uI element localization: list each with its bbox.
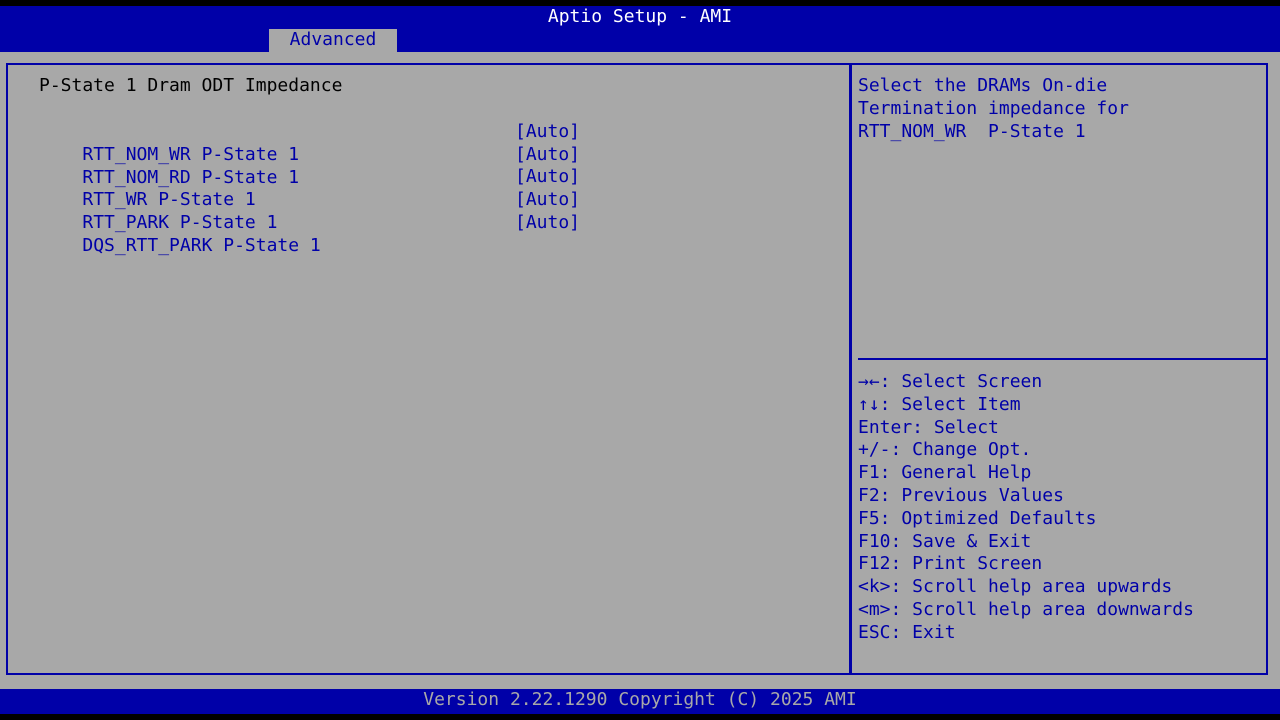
key-legend: →←: Select Screen ↑↓: Select Item Enter:… (858, 371, 1268, 645)
key-optimized-defaults: F5: Optimized Defaults (858, 507, 1097, 529)
vertical-divider (849, 63, 852, 675)
setting-rtt-wr[interactable]: RTT_WR P-State 1 [Auto] (39, 166, 599, 210)
key-enter: Enter: Select (858, 416, 999, 438)
help-line: RTT_NOM_WR P-State 1 (858, 120, 1086, 142)
setting-value[interactable]: [Auto] (515, 144, 580, 167)
setting-rtt-nom-rd[interactable]: RTT_NOM_RD P-State 1 [Auto] (39, 144, 599, 188)
main-area: P-State 1 Dram ODT Impedance RTT_NOM_WR … (0, 52, 1280, 689)
key-change-opt: +/-: Change Opt. (858, 439, 1032, 461)
key-previous-values: F2: Previous Values (858, 484, 1064, 506)
key-select-item: ↑↓: Select Item (858, 393, 1021, 415)
help-line: Select the DRAMs On-die (858, 75, 1108, 96)
app-title: Aptio Setup - AMI (547, 6, 733, 27)
help-line: Termination impedance for (858, 97, 1129, 119)
setting-value[interactable]: [Auto] (515, 166, 580, 189)
help-text: Select the DRAMs On-die Termination impe… (858, 75, 1268, 143)
setting-rtt-park[interactable]: RTT_PARK P-State 1 [Auto] (39, 189, 599, 233)
tab-advanced[interactable]: Advanced (269, 29, 397, 52)
footer-version: Version 2.22.1290 Copyright (C) 2025 AMI (0, 689, 1280, 714)
setting-value[interactable]: [Auto] (515, 121, 580, 144)
key-scroll-up: <k>: Scroll help area upwards (858, 576, 1173, 598)
key-scroll-down: <m>: Scroll help area downwards (858, 598, 1194, 620)
key-esc-exit: ESC: Exit (858, 621, 956, 643)
key-select-screen: →←: Select Screen (858, 371, 1043, 392)
help-divider (858, 358, 1267, 360)
key-general-help: F1: General Help (858, 462, 1032, 484)
setting-dqs-rtt-park[interactable]: DQS_RTT_PARK P-State 1 [Auto] (39, 212, 599, 256)
setting-label: DQS_RTT_PARK P-State 1 (82, 234, 321, 256)
setting-value[interactable]: [Auto] (515, 212, 580, 235)
setting-rtt-nom-wr[interactable]: RTT_NOM_WR P-State 1 [Auto] (39, 121, 599, 165)
setting-value[interactable]: [Auto] (515, 189, 580, 212)
key-print-screen: F12: Print Screen (858, 553, 1043, 575)
page-title: P-State 1 Dram ODT Impedance (39, 75, 343, 96)
key-save-exit: F10: Save & Exit (858, 530, 1032, 552)
